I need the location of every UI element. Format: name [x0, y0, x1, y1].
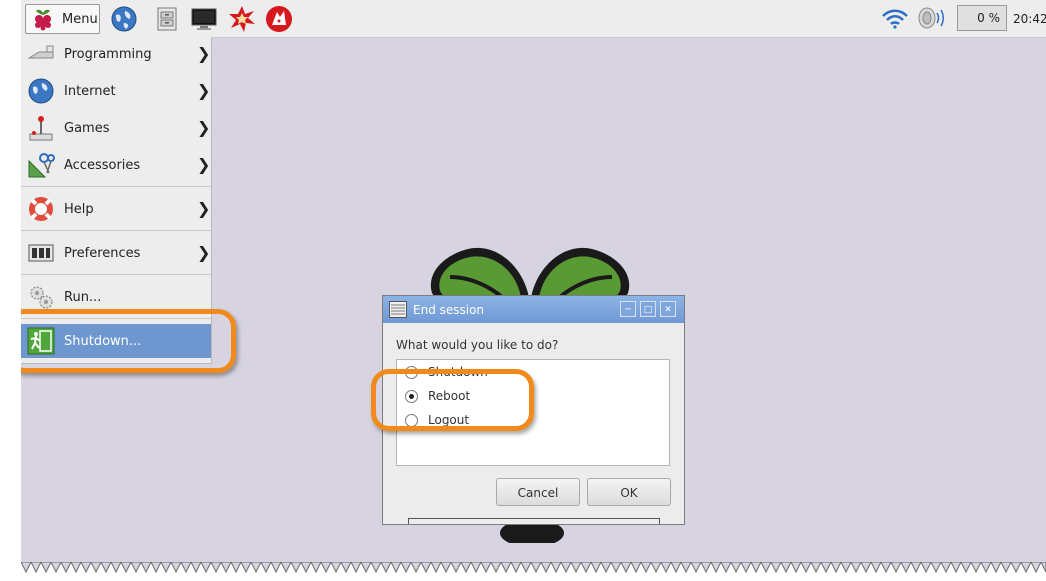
accessories-icon — [28, 153, 55, 178]
raspberry-icon — [35, 9, 51, 31]
games-icon — [29, 116, 53, 141]
menu-item-label: Accessories — [64, 158, 141, 173]
menu-item-preferences[interactable]: Preferences ❯ — [21, 236, 211, 270]
menu-item-label: Internet — [64, 84, 116, 99]
dialog-title: End session — [413, 303, 485, 317]
chevron-right-icon: ❯ — [197, 243, 211, 262]
chevron-right-icon: ❯ — [197, 44, 211, 63]
menu-button[interactable]: Menu — [25, 4, 100, 34]
menu-item-label: Programming — [64, 47, 152, 62]
preferences-icon — [28, 244, 54, 262]
menu-label: Menu — [62, 12, 98, 27]
menu-separator — [21, 186, 211, 187]
cancel-button[interactable]: Cancel — [496, 478, 580, 506]
shutdown-highlight — [21, 309, 236, 373]
taskbar: Menu 0 % 20:42 — [21, 0, 1046, 38]
dialog-prompt: What would you like to do? — [396, 338, 559, 352]
file-manager-icon[interactable] — [153, 5, 181, 33]
reboot-highlight — [371, 369, 534, 431]
web-browser-icon[interactable] — [110, 5, 138, 33]
help-icon — [29, 197, 53, 221]
cpu-usage-indicator[interactable]: 0 % — [957, 5, 1007, 31]
chevron-right-icon: ❯ — [197, 81, 211, 100]
menu-item-label: Preferences — [64, 246, 141, 261]
mathematica-icon[interactable] — [228, 5, 256, 33]
maximize-icon[interactable]: □ — [640, 301, 656, 317]
clock[interactable]: 20:42 — [1013, 12, 1046, 26]
chevron-right-icon: ❯ — [197, 155, 211, 174]
wolfram-icon[interactable] — [265, 5, 293, 33]
menu-separator — [21, 274, 211, 275]
minimize-icon[interactable]: ─ — [620, 301, 636, 317]
menu-item-label: Games — [64, 121, 110, 136]
close-icon[interactable]: ✕ — [660, 301, 676, 317]
internet-icon — [28, 78, 54, 104]
programming-icon — [27, 45, 54, 59]
menu-item-label: Help — [64, 202, 94, 217]
run-icon — [30, 286, 53, 309]
volume-icon[interactable] — [915, 6, 949, 30]
screen: Menu 0 % 20:42 Programming ❯ Internet ❯ … — [21, 0, 1046, 581]
chevron-right-icon: ❯ — [197, 199, 211, 218]
menu-item-accessories[interactable]: Accessories ❯ — [21, 148, 211, 182]
ok-button[interactable]: OK — [587, 478, 671, 506]
window-icon — [389, 301, 407, 318]
dialog-titlebar[interactable]: End session ─ □ ✕ — [383, 296, 684, 323]
wifi-icon[interactable] — [880, 9, 910, 29]
terminal-icon[interactable] — [190, 5, 218, 33]
menu-item-label: Run... — [64, 290, 102, 305]
menu-item-programming[interactable]: Programming ❯ — [21, 37, 211, 71]
torn-edge — [21, 562, 1046, 581]
dialog-footer-edge — [408, 518, 660, 524]
menu-item-help[interactable]: Help ❯ — [21, 192, 211, 226]
menu-separator — [21, 230, 211, 231]
menu-item-games[interactable]: Games ❯ — [21, 111, 211, 145]
menu-item-internet[interactable]: Internet ❯ — [21, 74, 211, 108]
chevron-right-icon: ❯ — [197, 118, 211, 137]
